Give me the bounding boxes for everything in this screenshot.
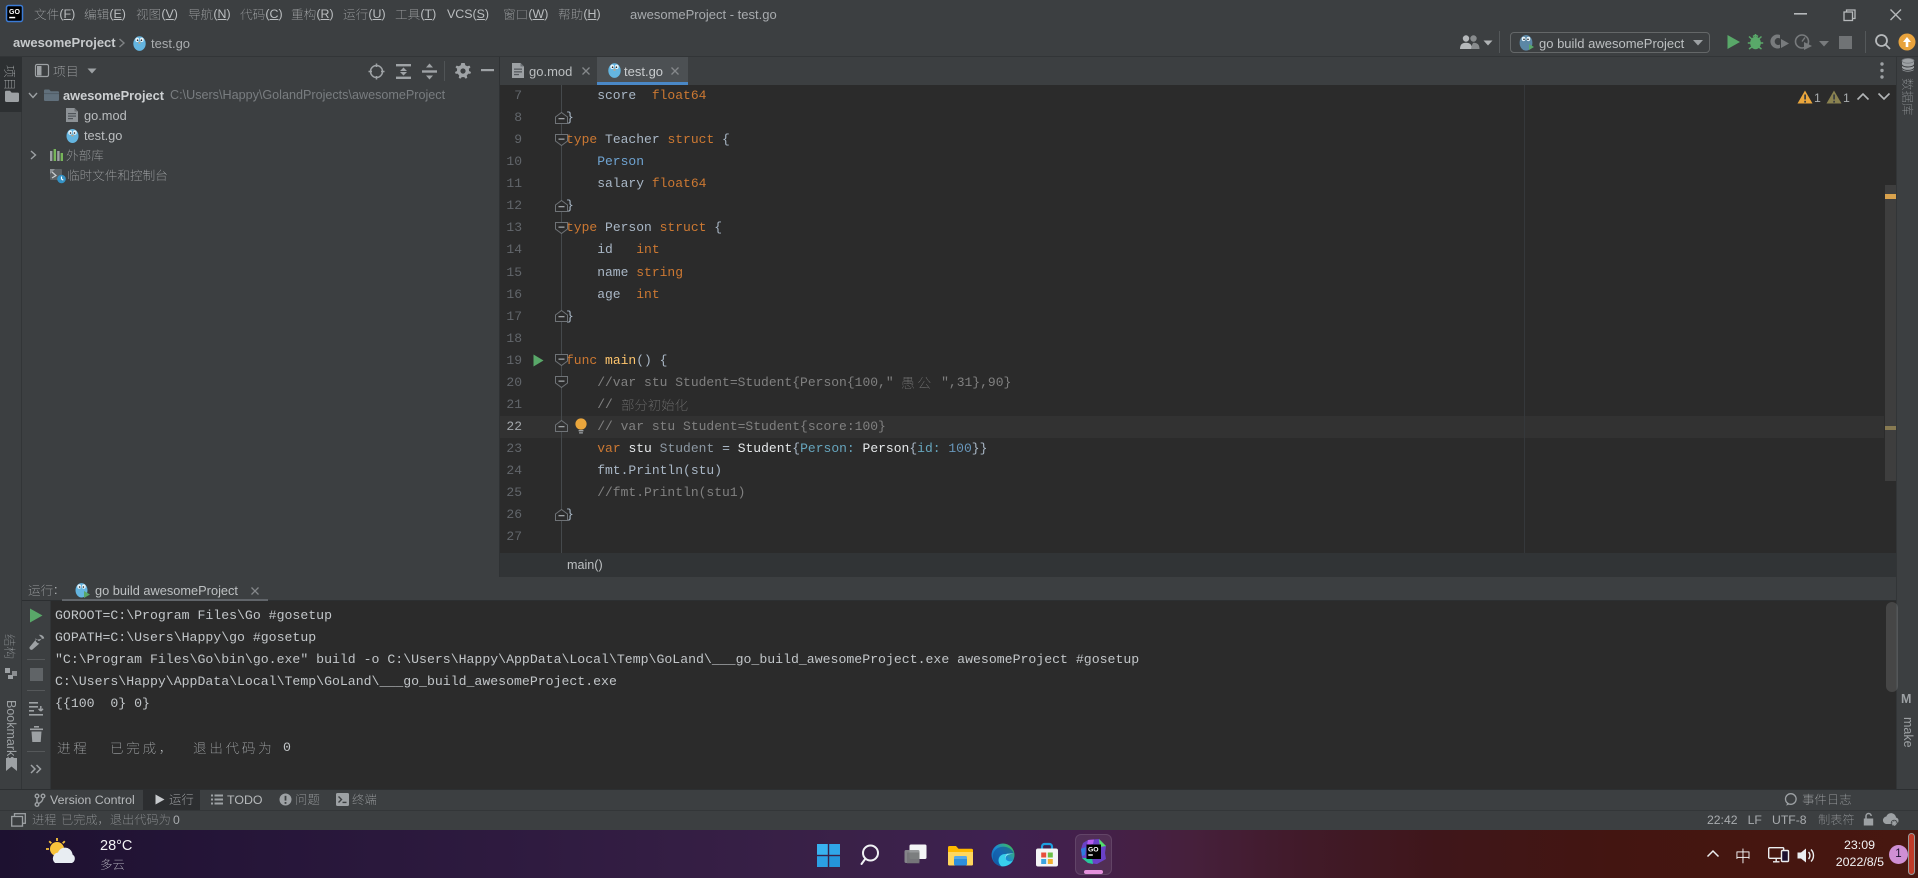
svg-text:GO: GO (9, 9, 20, 16)
svg-text:GO: GO (1088, 847, 1099, 854)
